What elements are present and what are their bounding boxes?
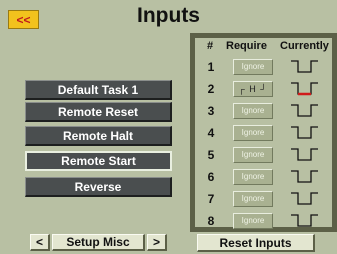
require-button[interactable]: Ignore — [233, 191, 273, 207]
row-number: 5 — [207, 148, 215, 162]
row-number: 2 — [207, 82, 215, 96]
reset-inputs-button[interactable]: Reset Inputs — [197, 234, 315, 252]
row-number: 7 — [207, 192, 215, 206]
signal-high-icon — [291, 82, 318, 96]
signal-low-icon — [291, 148, 318, 161]
signal-low-icon — [291, 60, 318, 73]
require-button[interactable]: Ignore — [233, 59, 273, 75]
next-page-button[interactable]: > — [147, 234, 167, 251]
signal-low-icon — [291, 192, 318, 205]
require-button[interactable]: Ignore — [233, 103, 273, 119]
signal-low-icon — [291, 126, 318, 139]
row-number: 6 — [207, 170, 215, 184]
remote-halt-button[interactable]: Remote Halt — [25, 126, 172, 146]
inputs-panel: # Require Currently 1 Ignore 2 ┌ H ┘ 3 I… — [190, 33, 337, 232]
signal-low-icon — [291, 104, 318, 117]
require-button[interactable]: Ignore — [233, 147, 273, 163]
signal-low-icon — [291, 170, 318, 183]
row-number: 3 — [207, 104, 215, 118]
header-require: Require — [226, 40, 267, 52]
require-button[interactable]: Ignore — [233, 213, 273, 229]
reverse-button[interactable]: Reverse — [25, 177, 172, 197]
row-number: 1 — [207, 60, 215, 74]
page-title: Inputs — [137, 4, 200, 27]
require-button[interactable]: Ignore — [233, 169, 273, 185]
default-task-1-button[interactable]: Default Task 1 — [25, 80, 172, 100]
require-button[interactable]: Ignore — [233, 125, 273, 141]
remote-reset-button[interactable]: Remote Reset — [25, 102, 172, 122]
signal-low-icon — [291, 214, 318, 227]
row-number: 4 — [207, 126, 215, 140]
header-currently: Currently — [280, 40, 329, 52]
remote-start-button[interactable]: Remote Start — [25, 151, 172, 171]
header-num: # — [207, 40, 214, 52]
prev-page-button[interactable]: < — [30, 234, 50, 251]
require-button[interactable]: ┌ H ┘ — [233, 81, 273, 97]
setup-misc-button[interactable]: Setup Misc — [52, 234, 145, 251]
row-number: 8 — [207, 214, 215, 228]
require-high-label: ┌ H ┘ — [238, 84, 268, 94]
